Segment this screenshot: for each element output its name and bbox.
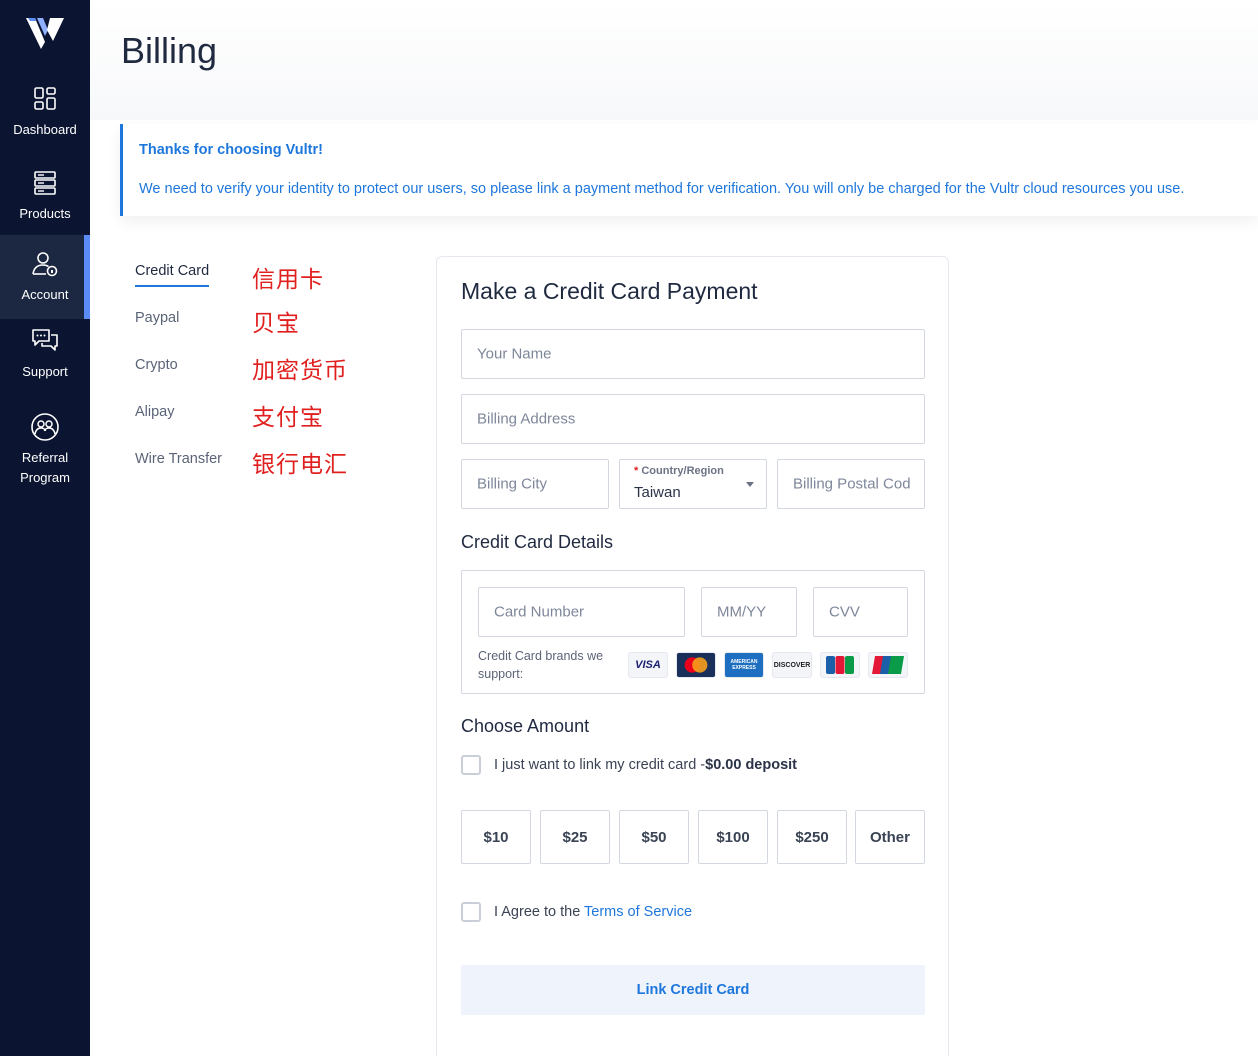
- amount-250-button[interactable]: $250: [777, 810, 847, 864]
- banner-text: We need to verify your identity to prote…: [139, 181, 1185, 197]
- sidebar-item-dashboard[interactable]: Dashboard: [0, 84, 90, 144]
- agree-text: I Agree to the: [494, 904, 585, 920]
- card-number-placeholder: Card Number: [494, 603, 585, 621]
- country-label: * Country/Region: [634, 465, 724, 477]
- form-title: Make a Credit Card Payment: [461, 278, 758, 304]
- amount-25-button[interactable]: $25: [540, 810, 610, 864]
- brands-label: Credit Card brands we support:: [478, 649, 604, 681]
- link-only-label: I just want to link my credit card -$0.0…: [494, 757, 797, 773]
- tab-credit-card[interactable]: Credit Card: [135, 263, 210, 287]
- link-only-checkbox[interactable]: [461, 755, 481, 775]
- annotation-wire-transfer: 银行电汇: [252, 452, 348, 478]
- country-label-text: Country/Region: [641, 465, 724, 477]
- sidebar-item-label: Account: [21, 287, 69, 302]
- billing-postal-field[interactable]: Billing Postal Cod: [777, 459, 925, 509]
- country-select[interactable]: * Country/Region Taiwan: [619, 459, 767, 509]
- terms-of-service-link[interactable]: Terms of Service: [584, 904, 692, 920]
- sidebar-item-label: Referral: [21, 450, 69, 465]
- discover-icon: DISCOVER: [772, 652, 812, 678]
- verification-banner: Thanks for choosing Vultr! We need to ve…: [120, 124, 1258, 216]
- sidebar-item-label: Support: [22, 364, 68, 379]
- link-credit-card-button[interactable]: Link Credit Card: [461, 965, 925, 1015]
- name-field[interactable]: Your Name: [461, 329, 925, 379]
- header-background: [90, 0, 1258, 120]
- annotation-crypto: 加密货币: [252, 358, 348, 384]
- sidebar: Dashboard Products Account Support Refer…: [0, 0, 90, 1056]
- user-lock-icon: [32, 252, 58, 277]
- agree-tos-label: I Agree to the Terms of Service: [494, 904, 692, 920]
- visa-icon: VISA: [628, 652, 668, 678]
- amount-50-button[interactable]: $50: [619, 810, 689, 864]
- amex-icon: AMERICAN EXPRESS: [724, 652, 764, 678]
- billing-address-field[interactable]: Billing Address: [461, 394, 925, 444]
- sidebar-item-account[interactable]: Account: [0, 235, 90, 319]
- address-placeholder: Billing Address: [477, 410, 576, 428]
- dashboard-grid-icon: [34, 87, 56, 110]
- banner-title: Thanks for choosing Vultr!: [139, 142, 323, 158]
- tab-crypto[interactable]: Crypto: [135, 357, 178, 373]
- referral-people-icon: [31, 413, 59, 441]
- expiry-placeholder: MM/YY: [717, 603, 767, 621]
- unionpay-icon: [868, 652, 908, 678]
- amount-10-button[interactable]: $10: [461, 810, 531, 864]
- country-value: Taiwan: [634, 484, 681, 501]
- agree-tos-checkbox[interactable]: [461, 902, 481, 922]
- sidebar-item-products[interactable]: Products: [0, 168, 90, 228]
- cvv-placeholder: CVV: [829, 603, 860, 621]
- amount-100-button[interactable]: $100: [698, 810, 768, 864]
- expiry-field[interactable]: MM/YY: [701, 587, 797, 637]
- sidebar-item-label: Products: [19, 206, 71, 221]
- cvv-field[interactable]: CVV: [813, 587, 908, 637]
- tab-wire-transfer[interactable]: Wire Transfer: [135, 451, 222, 467]
- sidebar-item-support[interactable]: Support: [0, 326, 90, 386]
- card-number-field[interactable]: Card Number: [478, 587, 685, 637]
- mastercard-icon: [676, 652, 716, 678]
- tab-alipay[interactable]: Alipay: [135, 404, 175, 420]
- annotation-credit-card: 信用卡: [252, 267, 324, 293]
- annotation-alipay: 支付宝: [252, 405, 324, 431]
- amount-other-button[interactable]: Other: [855, 810, 925, 864]
- vultr-logo-icon[interactable]: [26, 16, 64, 50]
- chat-bubbles-icon: [32, 329, 58, 351]
- annotation-paypal: 贝宝: [252, 311, 300, 337]
- required-mark: *: [634, 465, 639, 477]
- sidebar-item-label: Program: [20, 470, 70, 485]
- server-stack-icon: [34, 171, 56, 195]
- choose-amount-title: Choose Amount: [461, 716, 590, 736]
- link-only-deposit: $0.00 deposit: [705, 757, 797, 773]
- tab-paypal[interactable]: Paypal: [135, 310, 179, 326]
- city-placeholder: Billing City: [477, 475, 548, 493]
- postal-placeholder: Billing Postal Cod: [793, 475, 911, 493]
- jcb-icon: [820, 652, 860, 678]
- sidebar-item-referral-program[interactable]: Referral Program: [0, 412, 90, 492]
- page-title: Billing: [121, 30, 218, 71]
- billing-city-field[interactable]: Billing City: [461, 459, 609, 509]
- name-placeholder: Your Name: [477, 345, 552, 363]
- card-details-title: Credit Card Details: [461, 532, 614, 552]
- link-only-text: I just want to link my credit card -: [494, 757, 706, 773]
- chevron-down-icon: [746, 482, 754, 487]
- sidebar-item-label: Dashboard: [13, 122, 77, 137]
